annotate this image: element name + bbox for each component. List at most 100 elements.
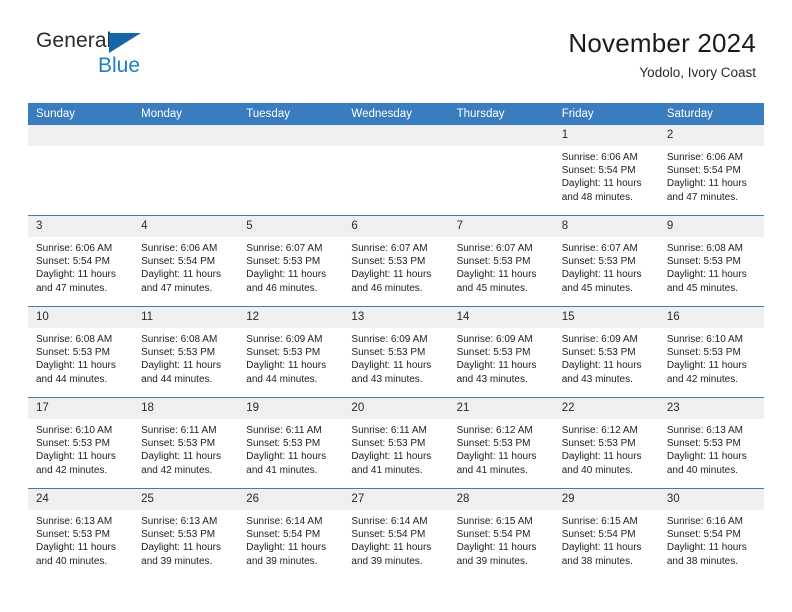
day-number: 9 <box>658 216 764 237</box>
calendar-day-cell[interactable]: 19 Sunrise: 6:11 AM Sunset: 5:53 PM Dayligh… <box>238 397 344 489</box>
calendar-day-cell[interactable]: 12 Sunrise: 6:09 AM Sunset: 5:53 PM Dayligh… <box>238 306 344 398</box>
day-details: Sunrise: 6:11 AM Sunset: 5:53 PM Daylight:… <box>343 419 448 477</box>
calendar-day-cell[interactable]: 17 Sunrise: 6:10 AM Sunset: 5:53 PM Dayligh… <box>28 397 134 489</box>
calendar-day-cell[interactable]: 16 Sunrise: 6:10 AM Sunset: 5:53 PM Dayligh… <box>658 306 764 398</box>
sunrise-text: Sunrise: 6:08 AM <box>666 243 743 254</box>
day-details: Sunrise: 6:12 AM Sunset: 5:53 PM Daylight:… <box>449 419 554 477</box>
calendar-day-cell[interactable]: 5 Sunrise: 6:07 AM Sunset: 5:53 PM Daylight… <box>238 215 344 307</box>
calendar-day-cell[interactable]: 13 Sunrise: 6:09 AM Sunset: 5:53 PM Dayligh… <box>343 306 449 398</box>
calendar-day-cell[interactable]: 30 Sunrise: 6:16 AM Sunset: 5:54 PM Dayligh… <box>658 488 764 579</box>
calendar-body: 1 Sunrise: 6:06 AM Sunset: 5:54 PM Daylight… <box>28 125 764 579</box>
day-number: 2 <box>658 125 764 146</box>
day-number: 6 <box>343 216 449 237</box>
sunset-text: Sunset: 5:54 PM <box>351 529 426 541</box>
calendar-day-cell[interactable]: 27 Sunrise: 6:14 AM Sunset: 5:54 PM Dayligh… <box>343 488 449 579</box>
calendar-day-cell[interactable]: 9 Sunrise: 6:08 AM Sunset: 5:53 PM Daylight… <box>658 215 764 307</box>
daylight-text: Daylight: 11 hours and 41 minutes. <box>351 451 432 476</box>
day-details: Sunrise: 6:09 AM Sunset: 5:53 PM Daylight:… <box>554 328 659 386</box>
daylight-text: Daylight: 11 hours and 44 minutes. <box>246 360 327 385</box>
sunrise-text: Sunrise: 6:10 AM <box>666 334 743 345</box>
calendar-day-cell[interactable]: 18 Sunrise: 6:11 AM Sunset: 5:53 PM Dayligh… <box>133 397 239 489</box>
calendar-day-cell[interactable]: 14 Sunrise: 6:09 AM Sunset: 5:53 PM Dayligh… <box>448 306 554 398</box>
calendar-day-cell[interactable]: 8 Sunrise: 6:07 AM Sunset: 5:53 PM Daylight… <box>553 215 659 307</box>
sunrise-text: Sunrise: 6:15 AM <box>561 516 638 527</box>
day-details: Sunrise: 6:11 AM Sunset: 5:53 PM Daylight:… <box>133 419 238 477</box>
calendar-day-cell[interactable]: 25 Sunrise: 6:13 AM Sunset: 5:53 PM Dayligh… <box>133 488 239 579</box>
daylight-text: Daylight: 11 hours and 47 minutes. <box>141 269 221 294</box>
calendar-day-cell[interactable]: 4 Sunrise: 6:06 AM Sunset: 5:54 PM Daylight… <box>133 215 239 307</box>
sunset-text: Sunset: 5:54 PM <box>666 529 741 541</box>
calendar-day-cell[interactable]: 28 Sunrise: 6:15 AM Sunset: 5:54 PM Dayligh… <box>448 488 554 579</box>
day-details: Sunrise: 6:10 AM Sunset: 5:53 PM Daylight:… <box>28 419 133 477</box>
day-details: Sunrise: 6:11 AM Sunset: 5:53 PM Daylight:… <box>238 419 343 477</box>
sunrise-text: Sunrise: 6:06 AM <box>36 243 113 254</box>
day-details: Sunrise: 6:14 AM Sunset: 5:54 PM Daylight:… <box>238 510 343 568</box>
sunset-text: Sunset: 5:54 PM <box>141 256 216 268</box>
sunset-text: Sunset: 5:53 PM <box>561 347 636 359</box>
sunset-text: Sunset: 5:53 PM <box>246 256 321 268</box>
daylight-text: Daylight: 11 hours and 45 minutes. <box>666 269 747 294</box>
sunrise-text: Sunrise: 6:11 AM <box>141 425 217 436</box>
sunset-text: Sunset: 5:53 PM <box>351 438 426 450</box>
day-details: Sunrise: 6:09 AM Sunset: 5:53 PM Daylight:… <box>343 328 448 386</box>
day-details: Sunrise: 6:08 AM Sunset: 5:53 PM Daylight:… <box>28 328 133 386</box>
calendar-day-cell[interactable]: 3 Sunrise: 6:06 AM Sunset: 5:54 PM Daylight… <box>28 215 134 307</box>
calendar-day-cell[interactable]: 7 Sunrise: 6:07 AM Sunset: 5:53 PM Daylight… <box>448 215 554 307</box>
daylight-text: Daylight: 11 hours and 44 minutes. <box>36 360 116 385</box>
weekday-header-sunday: Sunday <box>28 103 134 125</box>
sunset-text: Sunset: 5:53 PM <box>666 438 741 450</box>
day-number: 5 <box>238 216 344 237</box>
day-number: 20 <box>343 398 449 419</box>
day-details: Sunrise: 6:07 AM Sunset: 5:53 PM Daylight:… <box>554 237 659 295</box>
day-number <box>133 125 239 146</box>
day-number: 15 <box>553 307 659 328</box>
calendar-day-cell[interactable]: 6 Sunrise: 6:07 AM Sunset: 5:53 PM Daylight… <box>343 215 449 307</box>
day-details: Sunrise: 6:06 AM Sunset: 5:54 PM Daylight:… <box>554 146 659 204</box>
day-number: 12 <box>238 307 344 328</box>
daylight-text: Daylight: 11 hours and 48 minutes. <box>561 178 642 203</box>
calendar-day-cell[interactable]: 24 Sunrise: 6:13 AM Sunset: 5:53 PM Dayligh… <box>28 488 134 579</box>
calendar-day-cell[interactable]: 29 Sunrise: 6:15 AM Sunset: 5:54 PM Dayligh… <box>553 488 659 579</box>
sunset-text: Sunset: 5:53 PM <box>36 529 110 541</box>
calendar-day-cell[interactable]: 26 Sunrise: 6:14 AM Sunset: 5:54 PM Dayligh… <box>238 488 344 579</box>
day-details: Sunrise: 6:06 AM Sunset: 5:54 PM Daylight:… <box>659 146 764 204</box>
sunrise-text: Sunrise: 6:07 AM <box>246 243 323 254</box>
day-number: 16 <box>658 307 764 328</box>
calendar-day-cell[interactable]: 2 Sunrise: 6:06 AM Sunset: 5:54 PM Daylight… <box>658 125 764 216</box>
calendar-day-cell-empty <box>238 125 344 216</box>
sunrise-text: Sunrise: 6:08 AM <box>36 334 113 345</box>
sunset-text: Sunset: 5:53 PM <box>351 347 426 359</box>
day-number: 7 <box>448 216 554 237</box>
calendar-day-cell[interactable]: 21 Sunrise: 6:12 AM Sunset: 5:53 PM Dayligh… <box>448 397 554 489</box>
day-number <box>343 125 449 146</box>
sunrise-text: Sunrise: 6:09 AM <box>561 334 638 345</box>
daylight-text: Daylight: 11 hours and 40 minutes. <box>36 542 116 567</box>
calendar-day-cell[interactable]: 11 Sunrise: 6:08 AM Sunset: 5:53 PM Dayligh… <box>133 306 239 398</box>
calendar-week-row: 24 Sunrise: 6:13 AM Sunset: 5:53 PM Dayligh… <box>28 488 764 579</box>
sunset-text: Sunset: 5:53 PM <box>351 256 426 268</box>
day-number <box>238 125 344 146</box>
day-number: 22 <box>553 398 659 419</box>
sunset-text: Sunset: 5:53 PM <box>36 438 110 450</box>
day-details: Sunrise: 6:07 AM Sunset: 5:53 PM Daylight:… <box>343 237 448 295</box>
sunset-text: Sunset: 5:53 PM <box>141 438 216 450</box>
day-number: 1 <box>553 125 659 146</box>
weekday-header-friday: Friday <box>553 103 659 125</box>
daylight-text: Daylight: 11 hours and 38 minutes. <box>561 542 642 567</box>
calendar-day-cell[interactable]: 10 Sunrise: 6:08 AM Sunset: 5:53 PM Dayligh… <box>28 306 134 398</box>
calendar-day-cell[interactable]: 15 Sunrise: 6:09 AM Sunset: 5:53 PM Dayligh… <box>553 306 659 398</box>
general-blue-logo[interactable]: General Blue <box>36 30 216 80</box>
daylight-text: Daylight: 11 hours and 45 minutes. <box>456 269 537 294</box>
sunrise-text: Sunrise: 6:09 AM <box>351 334 428 345</box>
calendar-week-row: 1 Sunrise: 6:06 AM Sunset: 5:54 PM Daylight… <box>28 125 764 216</box>
calendar-day-cell[interactable]: 20 Sunrise: 6:11 AM Sunset: 5:53 PM Dayligh… <box>343 397 449 489</box>
calendar-day-cell[interactable]: 22 Sunrise: 6:12 AM Sunset: 5:53 PM Dayligh… <box>553 397 659 489</box>
calendar-day-cell-empty <box>343 125 449 216</box>
calendar-table: Sunday Monday Tuesday Wednesday Thursday… <box>28 103 764 579</box>
weekday-header-tuesday: Tuesday <box>238 103 344 125</box>
daylight-text: Daylight: 11 hours and 41 minutes. <box>456 451 537 476</box>
daylight-text: Daylight: 11 hours and 43 minutes. <box>456 360 537 385</box>
calendar-day-cell[interactable]: 23 Sunrise: 6:13 AM Sunset: 5:53 PM Dayligh… <box>658 397 764 489</box>
calendar-day-cell[interactable]: 1 Sunrise: 6:06 AM Sunset: 5:54 PM Daylight… <box>553 125 659 216</box>
daylight-text: Daylight: 11 hours and 40 minutes. <box>561 451 642 476</box>
